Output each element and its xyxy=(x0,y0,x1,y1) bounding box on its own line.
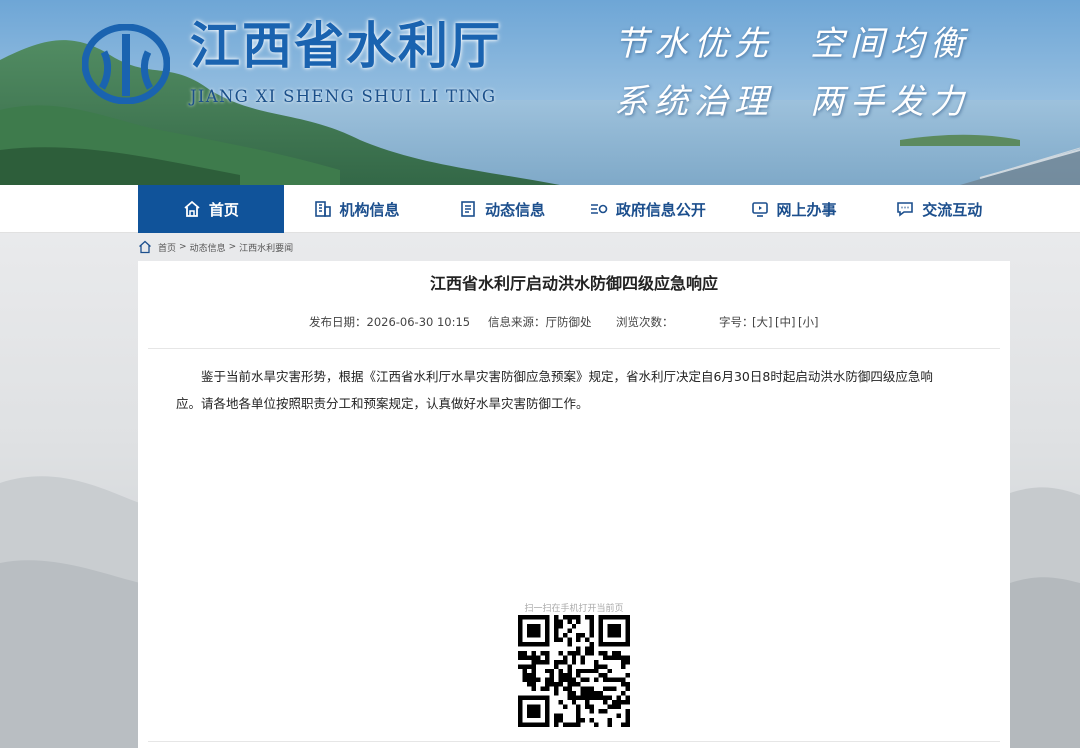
nav-item-gov-info[interactable]: 政府信息公开 xyxy=(575,185,721,233)
list-icon xyxy=(590,204,608,214)
view-count: 浏览次数： xyxy=(616,315,674,329)
article-paragraph: 应。请各地各单位按照职责分工和预案规定，认真做好水旱灾害防御工作。 xyxy=(176,396,589,411)
nav-item-news[interactable]: 动态信息 xyxy=(429,185,575,233)
nav-item-interaction[interactable]: 交流互动 xyxy=(866,185,1012,233)
monitor-icon xyxy=(751,202,768,217)
nav-item-home[interactable]: 首页 xyxy=(138,185,284,233)
slogan-2: 空间均衡 xyxy=(810,24,970,64)
publish-date: 发布日期：2026-06-30 10:15 xyxy=(309,315,471,329)
breadcrumb-separator: > xyxy=(228,242,237,252)
article-paragraph: 鉴于当前水旱灾害形势，根据《江西省水利厅水旱灾害防御应急预案》规定，省水利厅决定… xyxy=(201,369,933,384)
site-title: 江西省水利厅 xyxy=(190,16,502,75)
info-source: 信息来源：厅防御处 xyxy=(488,315,592,329)
article-title: 江西省水利厅启动洪水防御四级应急响应 xyxy=(429,274,718,293)
font-size-large[interactable]: [大] xyxy=(752,314,772,330)
nav-label: 动态信息 xyxy=(485,200,546,219)
nav-label: 首页 xyxy=(208,200,239,219)
breadcrumb-separator: > xyxy=(179,242,187,252)
nav-item-org[interactable]: 机构信息 xyxy=(284,185,430,233)
building-icon xyxy=(314,201,331,217)
slogan-1: 节水优先 xyxy=(614,24,774,64)
home-icon xyxy=(184,200,200,217)
breadcrumb-current[interactable]: 江西水利要闻 xyxy=(239,241,293,254)
qr-code-icon xyxy=(518,615,630,727)
qr-caption: 扫一扫在手机打开当前页 xyxy=(524,604,624,614)
divider xyxy=(148,741,1000,742)
home-icon xyxy=(139,240,151,254)
breadcrumb-news[interactable]: 动态信息 xyxy=(190,241,226,254)
article-meta: 发布日期：2026-06-30 10:15 信息来源：厅防御处 浏览次数： 字号… xyxy=(138,314,1010,330)
article-panel: 江西省水利厅启动洪水防御四级应急响应 发布日期：2026-06-30 10:15… xyxy=(138,261,1010,748)
logo-icon xyxy=(82,24,170,104)
slogan-3: 系统治理 xyxy=(614,82,774,122)
nav-label: 政府信息公开 xyxy=(615,200,706,219)
nav-label: 机构信息 xyxy=(339,200,400,219)
divider xyxy=(148,348,1000,349)
site-subtitle: JIANG XI SHENG SHUI LI TING xyxy=(190,87,497,106)
breadcrumb: 首页 > 动态信息 > 江西水利要闻 xyxy=(138,239,296,255)
nav-item-online-service[interactable]: 网上办事 xyxy=(721,185,867,233)
font-size-medium[interactable]: [中] xyxy=(775,314,795,330)
breadcrumb-home[interactable]: 首页 xyxy=(158,241,176,254)
main-nav: 首页 机构信息 动态信息 政府信息公开 网上办事 交流互动 xyxy=(0,185,1080,233)
font-size-small[interactable]: [小] xyxy=(798,314,818,330)
nav-label: 网上办事 xyxy=(776,200,837,219)
header-banner: 江西省水利厅 JIANG XI SHENG SHUI LI TING 节水优先 … xyxy=(0,0,1080,185)
nav-label: 交流互动 xyxy=(922,200,983,219)
chat-icon xyxy=(897,202,913,217)
font-size-label: 字号： xyxy=(719,315,754,329)
news-icon xyxy=(461,201,475,217)
slogan-4: 两手发力 xyxy=(810,82,970,122)
